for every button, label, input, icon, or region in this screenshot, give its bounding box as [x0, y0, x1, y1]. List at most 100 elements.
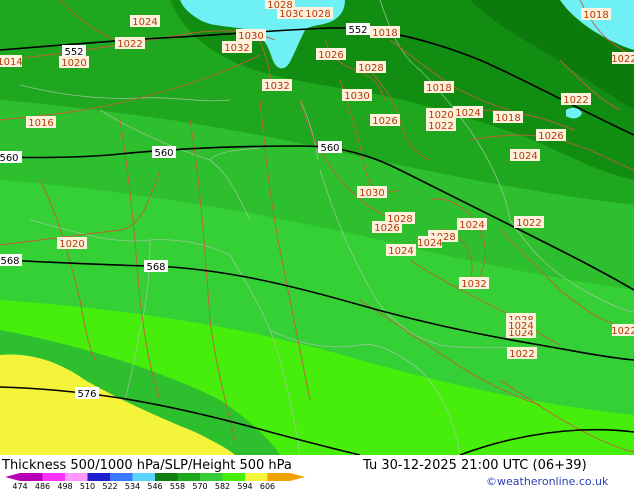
isobar-label: 1018: [370, 26, 400, 39]
credit-link[interactable]: ©weatheronline.co.uk: [486, 475, 608, 488]
weather-map: 552 552 560 560 560 568 568 576 1024 102…: [0, 0, 634, 455]
isobar-label: 1024: [417, 236, 443, 249]
svg-text:552: 552: [348, 25, 367, 36]
colorbar-swatch: [132, 473, 155, 481]
svg-text:1020: 1020: [61, 58, 86, 69]
isobar-label: 1026: [370, 114, 400, 127]
isobar-label: 1022: [507, 347, 537, 360]
isobar-label: 1020: [57, 237, 87, 250]
isobar-label: 1022: [561, 93, 591, 106]
svg-text:1032: 1032: [224, 43, 249, 54]
colorbar-swatch: [222, 473, 245, 481]
isobar-label: 1032: [459, 277, 489, 290]
svg-text:1022: 1022: [428, 121, 453, 132]
svg-text:1022: 1022: [611, 326, 634, 337]
isobar-label: 1032: [262, 79, 292, 92]
isobar-label: 1024: [386, 244, 416, 257]
height-label: 568: [144, 260, 168, 273]
svg-text:1026: 1026: [372, 116, 397, 127]
isobar-label: 1020: [59, 56, 89, 69]
svg-text:1026: 1026: [538, 131, 563, 142]
svg-text:1032: 1032: [264, 81, 289, 92]
svg-text:1018: 1018: [495, 113, 520, 124]
map-datetime: Tu 30-12-2025 21:00 UTC (06+39): [363, 458, 587, 473]
isobar-label: 1018: [581, 8, 611, 21]
isobar-label: 1028: [385, 212, 415, 225]
svg-text:1022: 1022: [563, 95, 588, 106]
colorbar-swatches: [20, 473, 290, 481]
svg-text:1022: 1022: [117, 39, 142, 50]
isobar-label: 1030: [236, 29, 266, 42]
isobar-label: 1026: [316, 48, 346, 61]
isobar-label: 1022: [611, 324, 634, 337]
height-label: 560: [152, 146, 176, 159]
isobar-label: 1024: [453, 106, 483, 119]
svg-text:1026: 1026: [318, 50, 343, 61]
svg-text:1024: 1024: [508, 321, 533, 332]
svg-text:1024: 1024: [455, 108, 480, 119]
svg-text:1024: 1024: [512, 151, 537, 162]
map-title: Thickness 500/1000 hPa/SLP/Height 500 hP…: [2, 458, 292, 473]
svg-text:560: 560: [0, 153, 19, 164]
colorbar-swatch: [20, 473, 43, 481]
isobar-label: 1022: [426, 119, 456, 132]
colorbar-swatch: [87, 473, 110, 481]
svg-text:1022: 1022: [611, 54, 634, 65]
svg-text:568: 568: [0, 256, 19, 267]
svg-text:1018: 1018: [372, 28, 397, 39]
svg-text:1030: 1030: [359, 188, 384, 199]
svg-text:560: 560: [154, 148, 173, 159]
isobar-label: 1018: [493, 111, 523, 124]
svg-text:1018: 1018: [583, 10, 608, 21]
svg-text:576: 576: [77, 389, 96, 400]
isobar-label: 1028: [303, 7, 333, 20]
isobar-label: 1022: [115, 37, 145, 50]
colorbar-swatch: [267, 473, 290, 481]
svg-text:1028: 1028: [305, 9, 330, 20]
svg-text:1024: 1024: [132, 17, 157, 28]
height-label: 552: [346, 23, 370, 36]
isobar-label: 1024: [510, 149, 540, 162]
height-label: 576: [75, 387, 99, 400]
svg-text:1028: 1028: [358, 63, 383, 74]
height-label: 568: [0, 254, 22, 267]
colorbar-swatch: [200, 473, 223, 481]
colorbar-arrow-right: [290, 473, 305, 481]
isobar-label: 1032: [222, 41, 252, 54]
svg-text:1018: 1018: [426, 83, 451, 94]
svg-text:1032: 1032: [461, 279, 486, 290]
svg-text:1024: 1024: [388, 246, 413, 257]
isobar-label: 1018: [424, 81, 454, 94]
colorbar-swatch: [42, 473, 65, 481]
svg-text:1030: 1030: [344, 91, 369, 102]
height-label: 560: [0, 151, 22, 164]
svg-text:1014: 1014: [0, 57, 23, 68]
svg-text:568: 568: [146, 262, 165, 273]
isobar-label: 1022: [514, 216, 544, 229]
svg-text:1022: 1022: [516, 218, 541, 229]
colorbar-swatch: [177, 473, 200, 481]
svg-text:1024: 1024: [459, 220, 484, 231]
svg-text:1028: 1028: [387, 214, 412, 225]
isobar-label: 1024: [457, 218, 487, 231]
svg-text:560: 560: [320, 143, 339, 154]
svg-text:1024: 1024: [417, 238, 442, 249]
isobar-label: 1028: [265, 0, 295, 11]
isobar-label: 1030: [357, 186, 387, 199]
svg-text:1016: 1016: [28, 118, 53, 129]
isobar-label: 1024: [506, 320, 536, 332]
isobar-label: 1016: [26, 116, 56, 129]
svg-text:1030: 1030: [238, 31, 263, 42]
svg-text:1020: 1020: [59, 239, 84, 250]
colorbar-swatch: [65, 473, 88, 481]
colorbar-arrow-left: [5, 473, 20, 481]
isobar-label: 1022: [611, 52, 634, 65]
colorbar-swatch: [155, 473, 178, 481]
isobar-label: 1026: [536, 129, 566, 142]
colorbar-swatch: [110, 473, 133, 481]
colorbar-swatch: [245, 473, 268, 481]
height-label: 560: [318, 141, 342, 154]
isobar-label: 1030: [342, 89, 372, 102]
svg-text:1022: 1022: [509, 349, 534, 360]
isobar-label: 1014: [0, 55, 23, 68]
